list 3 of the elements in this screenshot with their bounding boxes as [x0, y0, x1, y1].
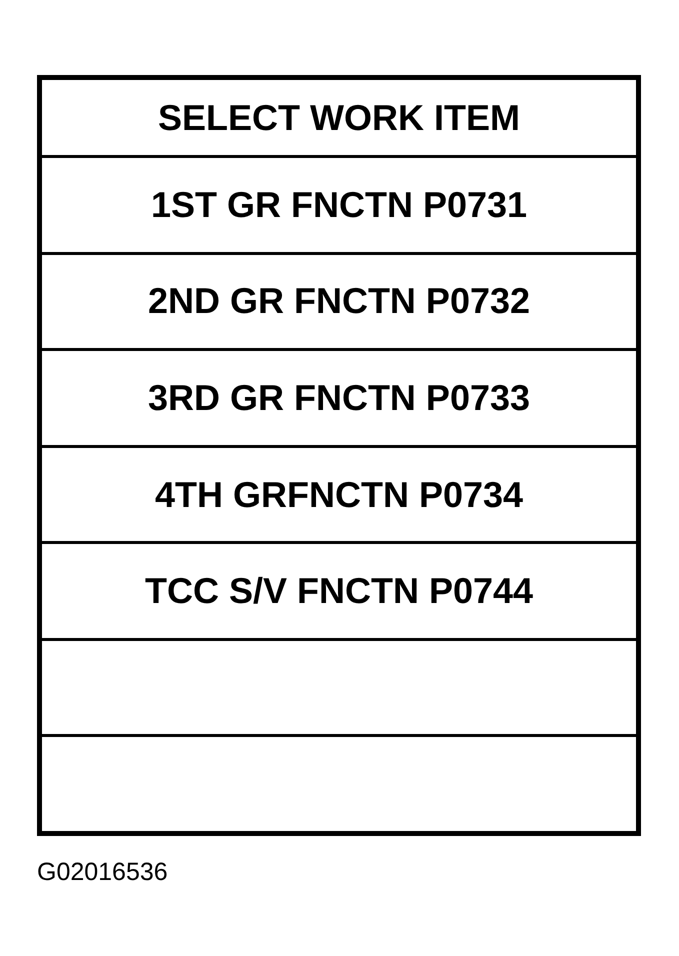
menu-item[interactable]: 4TH GRFNCTN P0734 [42, 444, 636, 542]
figure-id: G02016536 [37, 858, 168, 886]
menu-title: SELECT WORK ITEM [157, 96, 521, 140]
